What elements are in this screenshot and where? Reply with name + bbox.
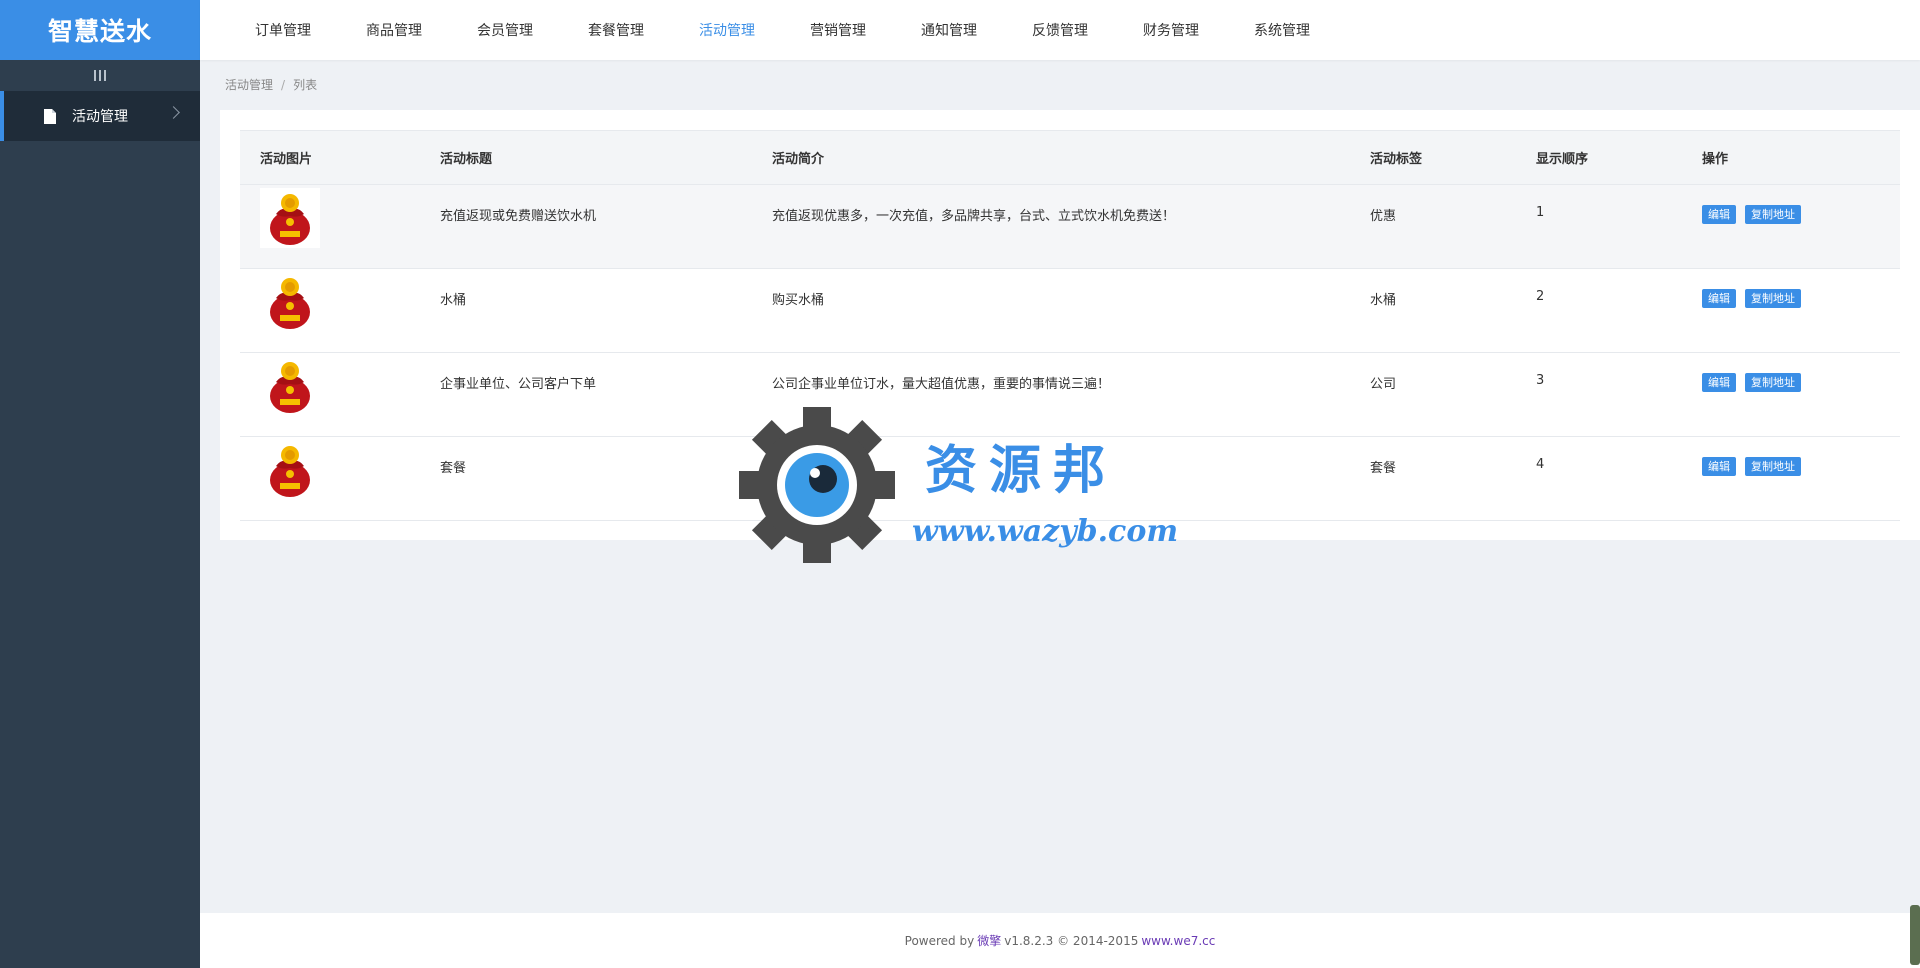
nav-system-management[interactable]: 系统管理 [1254,20,1365,40]
activity-image-cell [240,185,420,269]
breadcrumb-current: 列表 [293,78,318,92]
actions-cell: 编辑 复制地址 [1682,269,1900,353]
copy-address-button[interactable]: 复制地址 [1745,205,1801,224]
activity-tag: 优惠 [1370,209,1397,224]
lucky-bag-image[interactable] [260,188,320,248]
table-row: 企事业单位、公司客户下单 公司企事业单位订水，量大超值优惠，重要的事情说三遍！ … [240,353,1900,437]
breadcrumb: 活动管理 / 列表 [225,76,317,93]
footer-brand-link[interactable]: 微擎 [977,932,1001,949]
activity-order: 2 [1536,289,1545,304]
watermark-url: www.wazyb.com [912,514,1179,549]
nav-order-management[interactable]: 订单管理 [255,20,366,40]
copy-address-button[interactable]: 复制地址 [1745,289,1801,308]
footer-url-link[interactable]: www.we7.cc [1141,934,1215,948]
breadcrumb-separator: / [281,78,286,92]
table-row: 水桶 购买水桶 水桶 2 编辑 复制地址 [240,269,1900,353]
document-icon [44,108,56,124]
sidebar-item-label: 活动管理 [72,109,128,125]
activity-image-cell [240,353,420,437]
header-display-order: 显示顺序 [1516,130,1682,185]
activity-title: 水桶 [440,293,467,308]
nav-feedback-management[interactable]: 反馈管理 [1032,20,1143,40]
header-activity-image: 活动图片 [240,130,420,185]
header-activity-intro: 活动简介 [752,130,1350,185]
activity-image-cell [240,437,420,521]
activity-intro: 购买水桶 [772,293,825,308]
activity-tag: 水桶 [1370,293,1397,308]
nav-finance-management[interactable]: 财务管理 [1143,20,1254,40]
brand-logo[interactable]: 智慧送水 [0,0,200,60]
menu-bars-icon [94,70,106,81]
activity-title: 套餐 [440,461,467,476]
lucky-bag-image[interactable] [260,356,320,416]
lucky-bag-image[interactable] [260,272,320,332]
nav-activity-management[interactable]: 活动管理 [699,20,810,40]
header-activity-title: 活动标题 [420,130,752,185]
sidebar-collapse-toggle[interactable] [0,60,200,91]
edit-button[interactable]: 编辑 [1702,457,1736,476]
nav-member-management[interactable]: 会员管理 [477,20,588,40]
edit-button[interactable]: 编辑 [1702,289,1736,308]
activity-title: 充值返现或免费赠送饮水机 [440,209,597,224]
nav-product-management[interactable]: 商品管理 [366,20,477,40]
nav-package-management[interactable]: 套餐管理 [588,20,699,40]
gear-watermark-icon [739,407,895,563]
sidebar: 智慧送水 活动管理 [0,0,200,968]
watermark-text: 资源邦 [925,440,1118,501]
table-row: 充值返现或免费赠送饮水机 充值返现优惠多，一次充值，多品牌共享，台式、立式饮水机… [240,184,1900,269]
activity-intro: 充值返现优惠多，一次充值，多品牌共享，台式、立式饮水机免费送！ [772,209,1176,224]
edit-button[interactable]: 编辑 [1702,373,1736,392]
edit-button[interactable]: 编辑 [1702,205,1736,224]
chevron-right-icon [167,106,180,119]
activity-image-cell [240,269,420,353]
scroll-handle[interactable] [1910,905,1920,965]
activity-title: 企事业单位、公司客户下单 [440,377,597,392]
activity-order: 4 [1536,457,1545,472]
sidebar-item-activity-management[interactable]: 活动管理 [0,91,200,141]
actions-cell: 编辑 复制地址 [1682,185,1900,269]
footer-version: v1.8.2.3 © 2014-2015 [1004,933,1139,948]
copy-address-button[interactable]: 复制地址 [1745,373,1801,392]
actions-cell: 编辑 复制地址 [1682,353,1900,437]
footer-powered-by: Powered by [904,933,975,948]
lucky-bag-image[interactable] [260,440,320,500]
breadcrumb-parent[interactable]: 活动管理 [225,78,273,92]
activity-order: 3 [1536,373,1545,388]
nav-marketing-management[interactable]: 营销管理 [810,20,921,40]
header-activity-tag: 活动标签 [1350,130,1516,185]
activity-tag: 套餐 [1370,461,1397,476]
table-header-row: 活动图片 活动标题 活动简介 活动标签 显示顺序 操作 [240,130,1900,185]
copy-address-button[interactable]: 复制地址 [1745,457,1801,476]
footer: Powered by 微擎 v1.8.2.3 © 2014-2015 www.w… [200,913,1920,968]
activity-order: 1 [1536,205,1545,220]
header-actions: 操作 [1682,130,1900,185]
actions-cell: 编辑 复制地址 [1682,437,1900,521]
nav-notification-management[interactable]: 通知管理 [921,20,1032,40]
top-navigation: 订单管理 商品管理 会员管理 套餐管理 活动管理 营销管理 通知管理 反馈管理 … [200,0,1920,60]
activity-tag: 公司 [1370,377,1397,392]
